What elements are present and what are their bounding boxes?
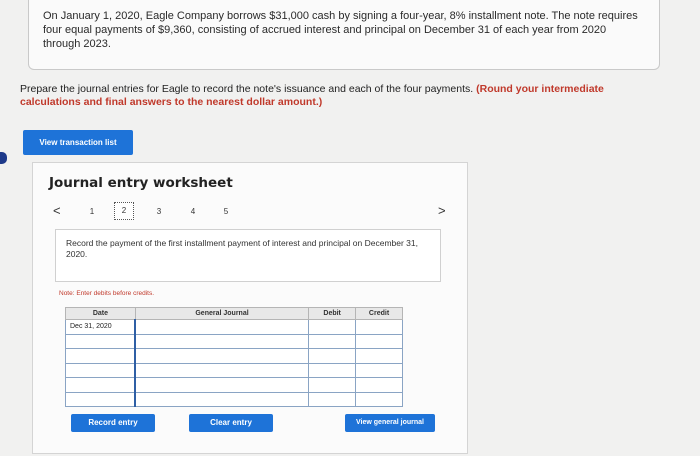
- transaction-text: Record the payment of the first installm…: [66, 238, 418, 259]
- credit-cell[interactable]: [355, 348, 403, 364]
- account-cell[interactable]: [134, 348, 310, 364]
- debit-cell[interactable]: [308, 319, 357, 335]
- debits-before-credits-note: Note: Enter debits before credits.: [59, 290, 155, 297]
- journal-entry-worksheet: Journal entry worksheet < 1 2 3 4 5 > Re…: [32, 162, 468, 454]
- problem-text: On January 1, 2020, Eagle Company borrow…: [43, 10, 638, 50]
- credit-cell[interactable]: [355, 333, 403, 349]
- next-page-arrow-icon[interactable]: >: [438, 203, 446, 218]
- credit-cell[interactable]: [355, 391, 403, 407]
- instructions: Prepare the journal entries for Eagle to…: [20, 83, 640, 109]
- clear-entry-button[interactable]: Clear entry: [189, 414, 273, 432]
- account-cell[interactable]: [134, 391, 310, 407]
- problem-statement: On January 1, 2020, Eagle Company borrow…: [28, 0, 660, 70]
- account-cell[interactable]: [134, 362, 310, 378]
- date-cell[interactable]: [65, 333, 136, 349]
- account-cell[interactable]: [134, 377, 310, 393]
- account-cell[interactable]: [134, 333, 310, 349]
- debit-cell[interactable]: [308, 362, 357, 378]
- date-cell[interactable]: Dec 31, 2020: [65, 319, 136, 335]
- credit-cell[interactable]: [355, 362, 403, 378]
- table-row: [65, 362, 403, 378]
- prev-page-arrow-icon[interactable]: <: [53, 203, 61, 218]
- page-4-tab[interactable]: 4: [186, 207, 200, 216]
- date-cell[interactable]: [65, 377, 136, 393]
- page-5-tab[interactable]: 5: [219, 207, 233, 216]
- table-row: [65, 333, 403, 349]
- debit-cell[interactable]: [308, 333, 357, 349]
- date-cell[interactable]: [65, 391, 136, 407]
- credit-cell[interactable]: [355, 319, 403, 335]
- account-cell[interactable]: [134, 319, 310, 335]
- view-transaction-list-button[interactable]: View transaction list: [23, 130, 133, 155]
- debit-cell[interactable]: [308, 377, 357, 393]
- header-general-journal: General Journal: [134, 307, 310, 320]
- view-general-journal-button[interactable]: View general journal: [345, 414, 435, 432]
- page-2-tab[interactable]: 2: [114, 202, 134, 220]
- header-debit: Debit: [308, 307, 357, 320]
- header-credit: Credit: [355, 307, 403, 320]
- worksheet-title: Journal entry worksheet: [49, 175, 233, 191]
- table-row: [65, 391, 403, 407]
- record-entry-button[interactable]: Record entry: [71, 414, 155, 432]
- transaction-description: Record the payment of the first installm…: [55, 229, 441, 282]
- side-tab[interactable]: [0, 152, 7, 164]
- page-3-tab[interactable]: 3: [152, 207, 166, 216]
- debit-cell[interactable]: [308, 348, 357, 364]
- credit-cell[interactable]: [355, 377, 403, 393]
- debit-cell[interactable]: [308, 391, 357, 407]
- page-1-tab[interactable]: 1: [85, 207, 99, 216]
- table-row: [65, 377, 403, 393]
- table-row: Dec 31, 2020: [65, 319, 403, 335]
- header-date: Date: [65, 307, 136, 320]
- table-row: [65, 348, 403, 364]
- date-cell[interactable]: [65, 362, 136, 378]
- journal-table: Date General Journal Debit Credit Dec 31…: [65, 307, 403, 407]
- instructions-text: Prepare the journal entries for Eagle to…: [20, 83, 477, 95]
- date-cell[interactable]: [65, 348, 136, 364]
